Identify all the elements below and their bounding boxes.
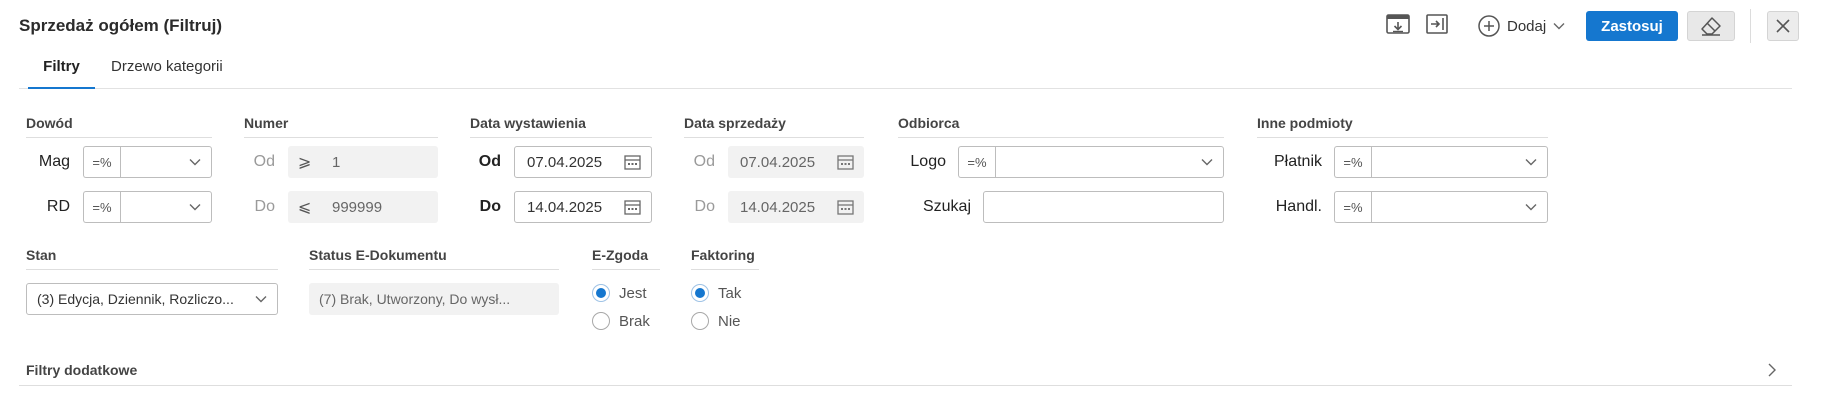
data-wyst-od-label: Od <box>478 153 501 170</box>
platnik-label: Płatnik <box>1273 153 1322 170</box>
calendar-icon <box>624 154 641 170</box>
szukaj-input[interactable] <box>983 191 1224 223</box>
close-icon <box>1775 18 1791 34</box>
ezgoda-brak-label: Brak <box>619 312 650 330</box>
radio-unchecked-icon <box>691 312 709 330</box>
add-button-label: Dodaj <box>1507 17 1547 35</box>
ezgoda-jest-label: Jest <box>619 284 647 302</box>
numer-do-label: Do <box>254 198 275 215</box>
tabs-divider <box>19 88 1792 89</box>
mag-select[interactable] <box>120 146 212 178</box>
faktoring-tak-radio[interactable]: Tak <box>691 284 741 302</box>
data-wyst-od-input[interactable]: 07.04.2025 <box>514 146 652 178</box>
rd-operator[interactable]: =% <box>83 191 120 223</box>
calendar-icon <box>837 154 854 170</box>
mag-label: Mag <box>38 153 70 170</box>
chevron-down-icon <box>1525 203 1537 211</box>
ezgoda-brak-radio[interactable]: Brak <box>592 312 650 330</box>
handl-operator[interactable]: =% <box>1334 191 1371 223</box>
status-edok-group-title: Status E-Dokumentu <box>309 247 559 270</box>
data-sprz-do-input: 14.04.2025 <box>728 191 864 223</box>
faktoring-nie-label: Nie <box>718 312 741 330</box>
numer-od-operator: ⩾ <box>298 154 312 171</box>
data-sprz-do-label: Do <box>694 198 715 215</box>
stan-select[interactable]: (3) Edycja, Dziennik, Rozliczo... <box>26 283 278 315</box>
more-filters-divider <box>19 385 1792 386</box>
inne-podmioty-group-title: Inne podmioty <box>1257 115 1548 138</box>
ezgoda-group-title: E-Zgoda <box>592 247 660 270</box>
radio-unchecked-icon <box>592 312 610 330</box>
chevron-down-icon <box>1525 158 1537 166</box>
status-edok-input: (7) Brak, Utworzony, Do wysł... <box>309 283 559 315</box>
plus-circle-icon <box>1478 15 1500 37</box>
platnik-select[interactable] <box>1371 146 1548 178</box>
logo-operator[interactable]: =% <box>958 146 995 178</box>
more-filters-toggle[interactable]: Filtry dodatkowe <box>26 362 137 378</box>
data-wyst-do-input[interactable]: 14.04.2025 <box>514 191 652 223</box>
calendar-icon <box>624 199 641 215</box>
radio-checked-icon <box>691 284 709 302</box>
ezgoda-jest-radio[interactable]: Jest <box>592 284 647 302</box>
data-wyst-do-label: Do <box>479 198 501 215</box>
radio-checked-icon <box>592 284 610 302</box>
handl-select[interactable] <box>1371 191 1548 223</box>
data-sprz-od-label: Od <box>693 153 715 170</box>
chevron-down-icon <box>255 295 267 303</box>
rd-label: RD <box>46 198 70 215</box>
numer-od-label: Od <box>253 153 275 170</box>
close-button[interactable] <box>1767 11 1799 41</box>
chevron-down-icon <box>1553 22 1565 30</box>
apply-button[interactable]: Zastosuj <box>1586 11 1678 41</box>
tab-drzewo-kategorii[interactable]: Drzewo kategorii <box>111 58 223 89</box>
stan-value: (3) Edycja, Dziennik, Rozliczo... <box>37 291 234 307</box>
faktoring-group-title: Faktoring <box>691 247 759 270</box>
card-download-icon[interactable] <box>1385 11 1411 37</box>
data-sprz-do-value: 14.04.2025 <box>740 198 816 216</box>
dowod-group-title: Dowód <box>26 115 212 138</box>
calendar-icon <box>837 199 854 215</box>
chevron-right-icon[interactable] <box>1764 362 1780 378</box>
numer-do-value: 999999 <box>332 198 383 216</box>
status-edok-value: (7) Brak, Utworzony, Do wysł... <box>319 291 511 307</box>
odbiorca-group-title: Odbiorca <box>898 115 1224 138</box>
data-wyst-do-value: 14.04.2025 <box>527 198 603 216</box>
panel-arrow-icon[interactable] <box>1424 11 1450 37</box>
platnik-operator[interactable]: =% <box>1334 146 1371 178</box>
page-title: Sprzedaż ogółem (Filtruj) <box>19 16 223 35</box>
logo-select[interactable] <box>995 146 1224 178</box>
stan-group-title: Stan <box>26 247 278 270</box>
data-sprz-od-input: 07.04.2025 <box>728 146 864 178</box>
szukaj-label: Szukaj <box>922 198 971 215</box>
header-divider <box>1750 9 1751 43</box>
eraser-icon <box>1699 16 1723 36</box>
tab-filtry[interactable]: Filtry <box>28 58 95 89</box>
chevron-down-icon <box>189 203 201 211</box>
numer-do-operator: ⩽ <box>298 199 312 216</box>
chevron-down-icon <box>189 158 201 166</box>
handl-label: Handl. <box>1275 198 1322 215</box>
numer-group-title: Numer <box>244 115 438 138</box>
numer-do-input: ⩽ 999999 <box>288 191 438 223</box>
clear-filters-button[interactable] <box>1687 11 1735 41</box>
chevron-down-icon <box>1201 158 1213 166</box>
faktoring-nie-radio[interactable]: Nie <box>691 312 741 330</box>
data-wystawienia-group-title: Data wystawienia <box>470 115 652 138</box>
faktoring-tak-label: Tak <box>718 284 742 302</box>
add-button[interactable]: Dodaj <box>1478 12 1565 40</box>
data-sprz-od-value: 07.04.2025 <box>740 153 816 171</box>
data-wyst-od-value: 07.04.2025 <box>527 153 603 171</box>
numer-od-input: ⩾ 1 <box>288 146 438 178</box>
logo-label: Logo <box>910 153 946 170</box>
numer-od-value: 1 <box>332 153 341 171</box>
data-sprzedazy-group-title: Data sprzedaży <box>684 115 864 138</box>
rd-select[interactable] <box>120 191 212 223</box>
mag-operator[interactable]: =% <box>83 146 120 178</box>
